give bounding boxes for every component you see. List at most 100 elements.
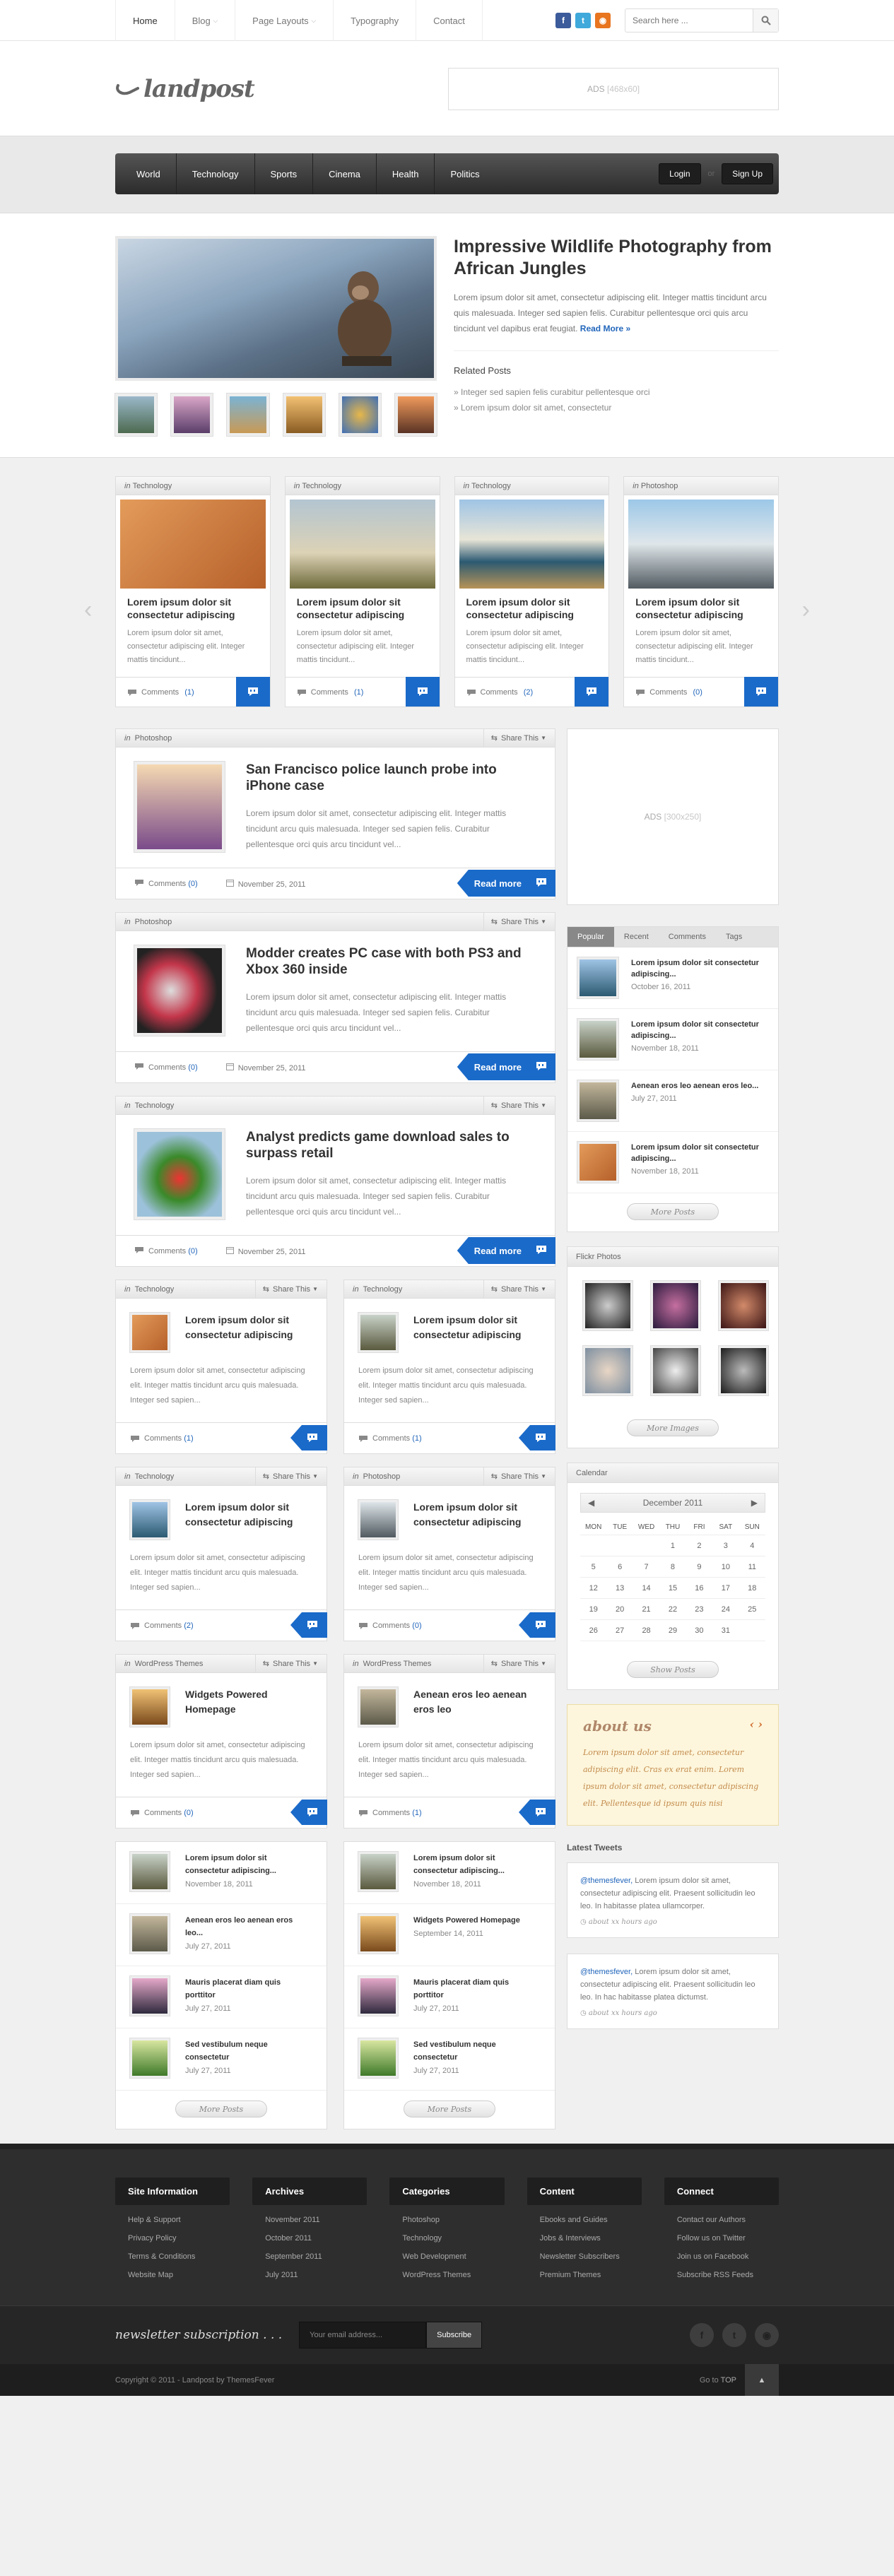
post-title[interactable]: Analyst predicts game download sales to … [246,1129,536,1162]
list-title[interactable]: Sed vestibulum neque consectetur [413,2038,541,2064]
post-thumbnail[interactable] [130,1500,170,1540]
post-category[interactable]: in WordPress Themes [353,1660,431,1668]
calendar-day[interactable]: 25 [739,1599,765,1620]
comments-button[interactable] [519,1612,555,1638]
card-category[interactable]: in Photoshop [624,477,778,495]
card-category[interactable]: in Technology [285,477,440,495]
card-title[interactable]: Lorem ipsum dolor sit consectetur adipis… [455,593,609,621]
calendar-day[interactable] [739,1620,765,1641]
comments-count[interactable]: (1) [184,688,194,697]
twitter-icon[interactable]: t [722,2323,746,2347]
post-thumbnail[interactable] [130,1687,170,1727]
calendar-day[interactable]: 2 [686,1535,713,1556]
calendar-day[interactable]: 21 [633,1599,660,1620]
post-title[interactable]: Lorem ipsum dolor sit consectetur adipis… [185,1500,312,1540]
facebook-icon[interactable]: f [555,13,571,28]
comments-count[interactable]: (1) [412,1809,421,1817]
post-title[interactable]: Lorem ipsum dolor sit consectetur adipis… [413,1500,541,1540]
flickr-photo[interactable] [583,1281,633,1330]
comments-button[interactable] [519,1425,555,1451]
calendar-day[interactable]: 4 [739,1535,765,1556]
comments-button[interactable] [290,1425,327,1451]
calendar-day[interactable]: 9 [686,1556,713,1578]
calendar-day[interactable]: 19 [580,1599,607,1620]
comments-count[interactable]: (1) [412,1434,421,1443]
comments-count[interactable]: (0) [693,688,702,697]
list-thumbnail[interactable] [130,1914,170,1954]
share-button[interactable]: ⇆ Share This ▼ [254,1280,318,1299]
comments-label[interactable]: Comments [144,1434,182,1443]
post-image[interactable] [134,945,225,1036]
footer-link[interactable]: July 2011 [252,2266,367,2284]
post-thumbnail[interactable] [130,1313,170,1352]
post-category[interactable]: in Photoshop [124,734,172,743]
share-button[interactable]: ⇆ Share This ▼ [483,728,546,748]
list-title[interactable]: Mauris placerat diam quis porttitor [413,1976,541,2002]
calendar-day[interactable]: 18 [739,1578,765,1599]
footer-link[interactable]: September 2011 [252,2247,367,2266]
read-more-button[interactable]: Read more [457,1237,555,1264]
calendar-day[interactable]: 28 [633,1620,660,1641]
related-link[interactable]: » Integer sed sapien felis curabitur pel… [454,384,779,400]
post-comments[interactable]: Comments (0) [134,879,198,888]
footer-link[interactable]: Ebooks and Guides [527,2211,642,2229]
calendar-day[interactable]: 12 [580,1578,607,1599]
topnav-typography[interactable]: Typography [333,0,416,41]
footer-link[interactable]: November 2011 [252,2211,367,2229]
calendar-day[interactable]: 6 [606,1556,633,1578]
comments-label[interactable]: Comments [372,1809,410,1817]
calendar-day[interactable]: 5 [580,1556,607,1578]
read-more-button[interactable]: Read more [457,1053,555,1080]
post-comments[interactable]: Comments (0) [134,1063,198,1072]
popular-thumbnail[interactable] [577,1080,618,1121]
show-posts-button[interactable]: Show Posts [627,1661,719,1678]
post-image[interactable] [134,762,225,852]
card-comments-button[interactable] [744,677,778,707]
list-title[interactable]: Mauris placerat diam quis porttitor [185,1976,312,2002]
card-image[interactable] [120,500,266,589]
share-button[interactable]: ⇆ Share This ▼ [483,1280,546,1299]
comments-label[interactable]: Comments [481,688,518,697]
twitter-icon[interactable]: t [575,13,591,28]
post-title[interactable]: San Francisco police launch probe into i… [246,762,536,794]
card-title[interactable]: Lorem ipsum dolor sit consectetur adipis… [624,593,778,621]
featured-title[interactable]: Impressive Wildlife Photography from Afr… [454,236,779,280]
list-title[interactable]: Lorem ipsum dolor sit consectetur adipis… [185,1852,312,1877]
footer-link[interactable]: Technology [389,2229,504,2247]
nav-cinema[interactable]: Cinema [313,153,377,194]
footer-link[interactable]: Follow us on Twitter [664,2229,779,2247]
calendar-day[interactable]: 29 [659,1620,686,1641]
footer-link[interactable]: Privacy Policy [115,2229,230,2247]
flickr-photo[interactable] [719,1281,768,1330]
card-image[interactable] [628,500,774,589]
share-button[interactable]: ⇆ Share This ▼ [483,1096,546,1115]
flickr-photo[interactable] [651,1346,700,1395]
calendar-day[interactable]: 23 [686,1599,713,1620]
post-category[interactable]: in Technology [124,1101,174,1110]
tab-popular[interactable]: Popular [567,927,614,947]
post-title[interactable]: Aenean eros leo aenean eros leo [413,1687,541,1727]
card-comments-button[interactable] [235,677,270,707]
footer-link[interactable]: Terms & Conditions [115,2247,230,2266]
footer-link[interactable]: Web Development [389,2247,504,2266]
login-button[interactable]: Login [659,163,701,184]
signup-button[interactable]: Sign Up [722,163,773,184]
calendar-day[interactable]: 22 [659,1599,686,1620]
card-title[interactable]: Lorem ipsum dolor sit consectetur adipis… [116,593,270,621]
list-thumbnail[interactable] [358,1914,398,1954]
comments-label[interactable]: Comments [141,688,179,697]
more-posts-button[interactable]: More Posts [627,1203,719,1220]
share-button[interactable]: ⇆ Share This ▼ [254,1467,318,1486]
calendar-day[interactable]: 1 [659,1535,686,1556]
popular-thumbnail[interactable] [577,1142,618,1183]
comments-label[interactable]: Comments [372,1621,410,1630]
footer-link[interactable]: Jobs & Interviews [527,2229,642,2247]
footer-link[interactable]: Subscribe RSS Feeds [664,2266,779,2284]
post-category[interactable]: in WordPress Themes [124,1660,203,1668]
calendar-day[interactable]: 14 [633,1578,660,1599]
featured-image[interactable] [115,236,437,381]
post-title[interactable]: Lorem ipsum dolor sit consectetur adipis… [413,1313,541,1352]
flickr-photo[interactable] [583,1346,633,1395]
tweet-user[interactable]: @themesfever, [580,1877,633,1885]
featured-read-more[interactable]: Read More » [580,324,630,333]
